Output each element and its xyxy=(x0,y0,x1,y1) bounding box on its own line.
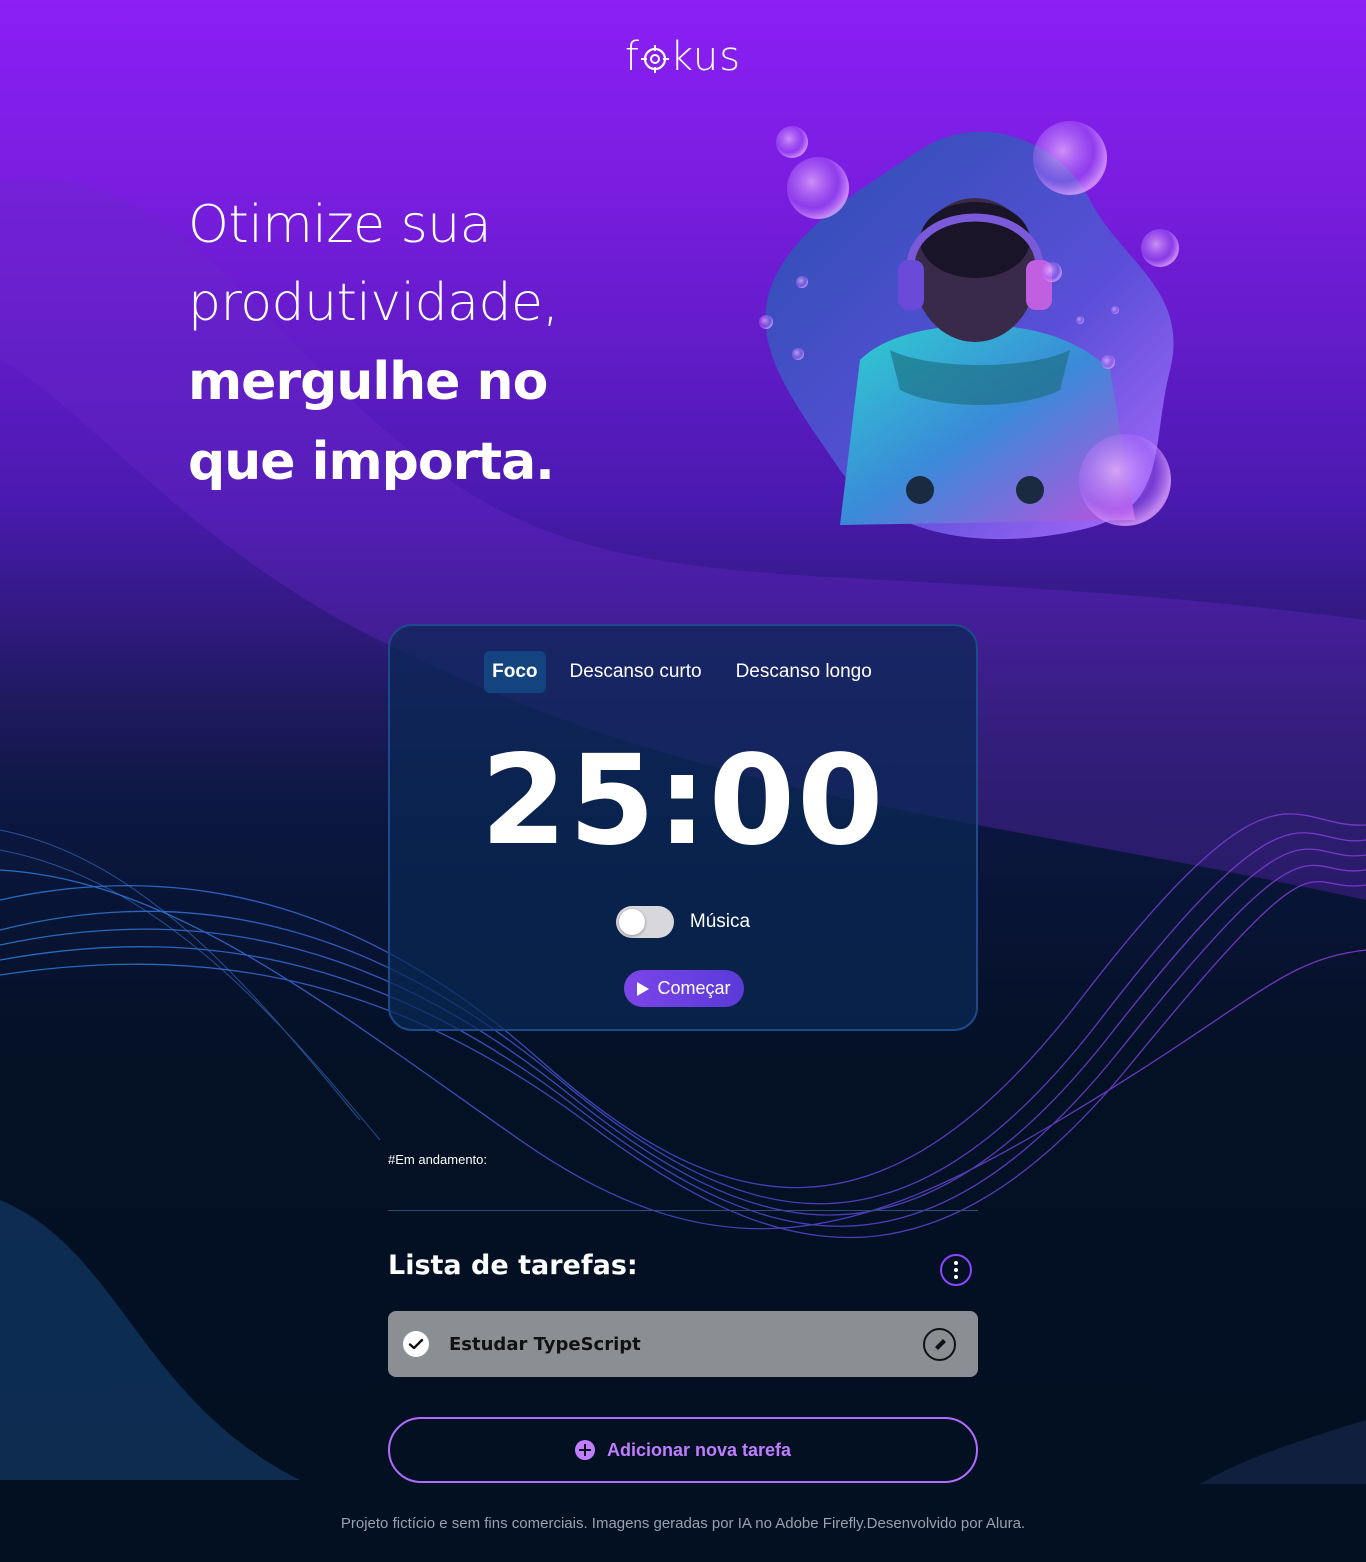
tab-focus[interactable]: Foco xyxy=(484,651,546,693)
hero-line-2: produtividade, xyxy=(188,273,559,333)
timer-card: Foco Descanso curto Descanso longo 25:00… xyxy=(388,624,978,1031)
task-item[interactable]: Estudar TypeScript xyxy=(388,1311,978,1377)
music-toggle[interactable] xyxy=(615,906,674,938)
timer-tabs: Foco Descanso curto Descanso longo xyxy=(390,651,976,693)
timer-display: 25:00 xyxy=(480,729,886,873)
logo-text-start: f xyxy=(624,34,640,80)
dot-icon xyxy=(954,1268,958,1272)
footer-text: Projeto fictício e sem fins comerciais. … xyxy=(340,1514,1026,1532)
in-progress-label: #Em andamento: xyxy=(388,1152,488,1167)
tab-short-break[interactable]: Descanso curto xyxy=(560,651,712,693)
logo-text-end: kus xyxy=(669,34,742,80)
task-text: Estudar TypeScript xyxy=(449,1333,641,1355)
add-task-label: Adicionar nova tarefa xyxy=(606,1439,792,1460)
check-icon[interactable] xyxy=(403,1331,429,1357)
hero-illustration xyxy=(759,121,1179,540)
add-task-button[interactable]: Adicionar nova tarefa xyxy=(388,1417,978,1483)
hero-line-1: Otimize sua xyxy=(188,195,492,255)
dot-icon xyxy=(954,1275,958,1279)
more-options-button[interactable] xyxy=(940,1254,972,1286)
hero-headline: Otimize sua produtividade, mergulhe no q… xyxy=(188,186,559,502)
hero-line-3: mergulhe no xyxy=(188,352,548,412)
divider xyxy=(388,1210,978,1211)
plus-icon xyxy=(574,1440,595,1460)
toggle-knob xyxy=(618,909,645,935)
play-icon xyxy=(637,981,650,996)
start-label: Começar xyxy=(657,978,731,998)
music-label: Música xyxy=(689,911,751,932)
tab-long-break[interactable]: Descanso longo xyxy=(726,651,882,693)
edit-button[interactable] xyxy=(923,1328,956,1361)
start-button[interactable]: Começar xyxy=(624,970,744,1007)
footer: Projeto fictício e sem fins comerciais. … xyxy=(0,1484,1366,1562)
fokus-logo: f kus xyxy=(0,34,1366,80)
dot-icon xyxy=(954,1261,958,1265)
task-list-title: Lista de tarefas: xyxy=(388,1250,638,1281)
pencil-icon xyxy=(933,1338,946,1351)
target-icon xyxy=(640,45,669,73)
music-toggle-row: Música xyxy=(390,906,976,938)
hero-line-4: que importa. xyxy=(188,432,555,492)
